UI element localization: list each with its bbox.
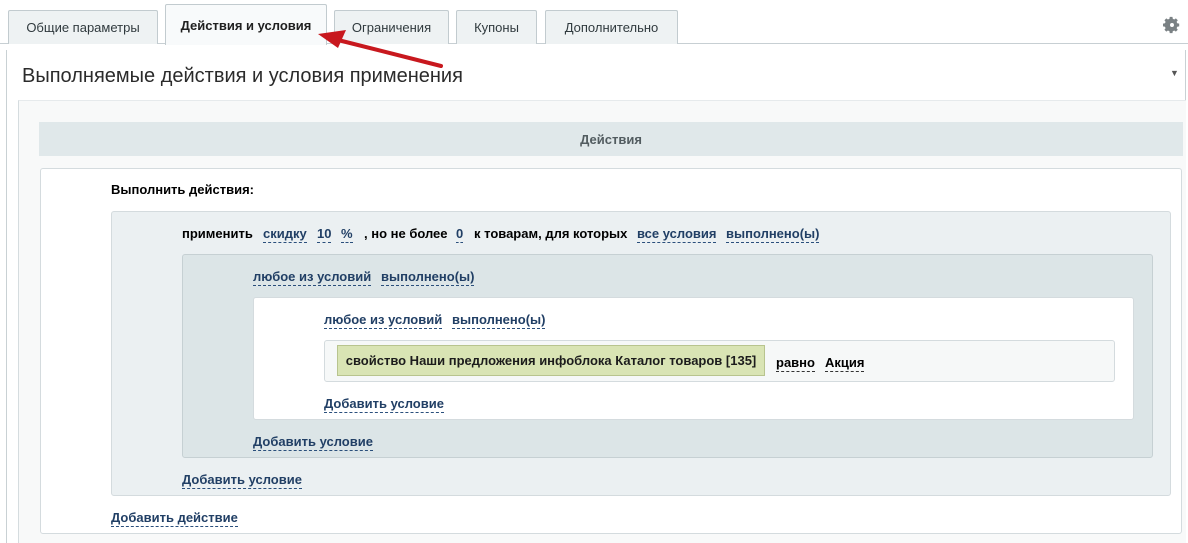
add-action-link[interactable]: Добавить действие	[111, 509, 238, 527]
actions-header: Выполнить действия:	[111, 182, 254, 197]
tab-actions-conditions[interactable]: Действия и условия	[165, 4, 327, 45]
action-add-condition-link[interactable]: Добавить условие	[182, 471, 302, 489]
not-more-label: , но не более	[364, 226, 448, 241]
group2-any-link[interactable]: любое из условий	[324, 311, 443, 329]
group1-add-condition-link[interactable]: Добавить условие	[253, 433, 373, 451]
max-amount-link[interactable]: 0	[456, 225, 464, 243]
group2-fulfilled-link[interactable]: выполнено(ы)	[452, 311, 546, 329]
discount-unit-link[interactable]: %	[341, 225, 353, 243]
page-title: Выполняемые действия и условия применени…	[22, 65, 463, 87]
discount-amount-link[interactable]: 10	[317, 225, 332, 243]
tab-restrictions[interactable]: Ограничения	[334, 10, 449, 44]
group2-add-condition-link[interactable]: Добавить условие	[324, 395, 444, 413]
operator-link[interactable]: равно	[776, 354, 815, 372]
value-link[interactable]: Акция	[825, 354, 865, 372]
property-condition[interactable]: свойство Наши предложения инфоблока Ката…	[337, 345, 765, 376]
group1-fulfilled-link[interactable]: выполнено(ы)	[381, 268, 475, 286]
tab-additional[interactable]: Дополнительно	[545, 10, 678, 44]
tab-general[interactable]: Общие параметры	[8, 10, 158, 44]
section-header-actions: Действия	[39, 122, 1183, 156]
to-goods-label: к товарам, для которых	[474, 226, 628, 241]
tab-bar: Общие параметры Действия и условия Огран…	[0, 0, 1188, 45]
fulfilled-link[interactable]: выполнено(ы)	[726, 225, 820, 243]
group1-any-link[interactable]: любое из условий	[253, 268, 372, 286]
apply-label: применить	[182, 226, 253, 241]
tab-coupons[interactable]: Купоны	[456, 10, 537, 44]
all-conditions-link[interactable]: все условия	[637, 225, 717, 243]
discount-type-link[interactable]: скидку	[263, 225, 307, 243]
gear-icon[interactable]	[1163, 16, 1181, 34]
collapse-icon[interactable]: ▼	[1170, 68, 1179, 78]
